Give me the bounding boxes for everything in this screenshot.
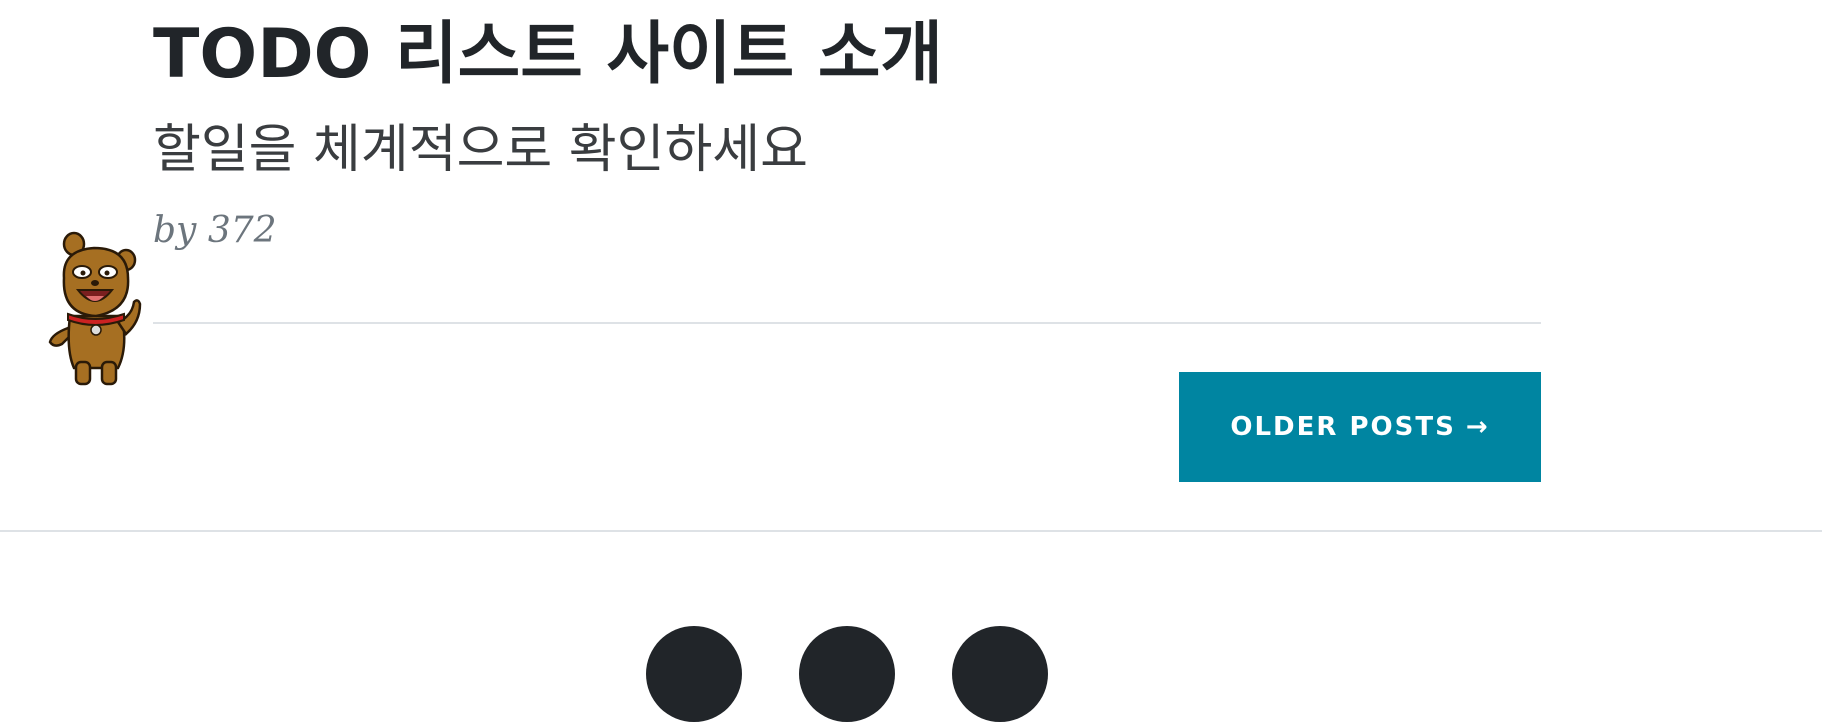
brown-dog-mascot-icon [46,230,146,390]
footer-divider [0,530,1822,532]
post-divider [153,322,1541,324]
social-icon-1[interactable] [646,626,742,722]
post-subtitle[interactable]: 할일을 체계적으로 확인하세요 [153,112,808,188]
post-meta: by 372 [153,210,277,251]
post-title[interactable]: TODO 리스트 사이트 소개 [153,10,943,100]
older-posts-label: Older Posts [1230,412,1456,442]
social-icon-3[interactable] [952,626,1048,722]
older-posts-button[interactable]: Older Posts → [1179,372,1541,482]
social-icon-2[interactable] [799,626,895,722]
arrow-right-icon: → [1465,412,1490,442]
